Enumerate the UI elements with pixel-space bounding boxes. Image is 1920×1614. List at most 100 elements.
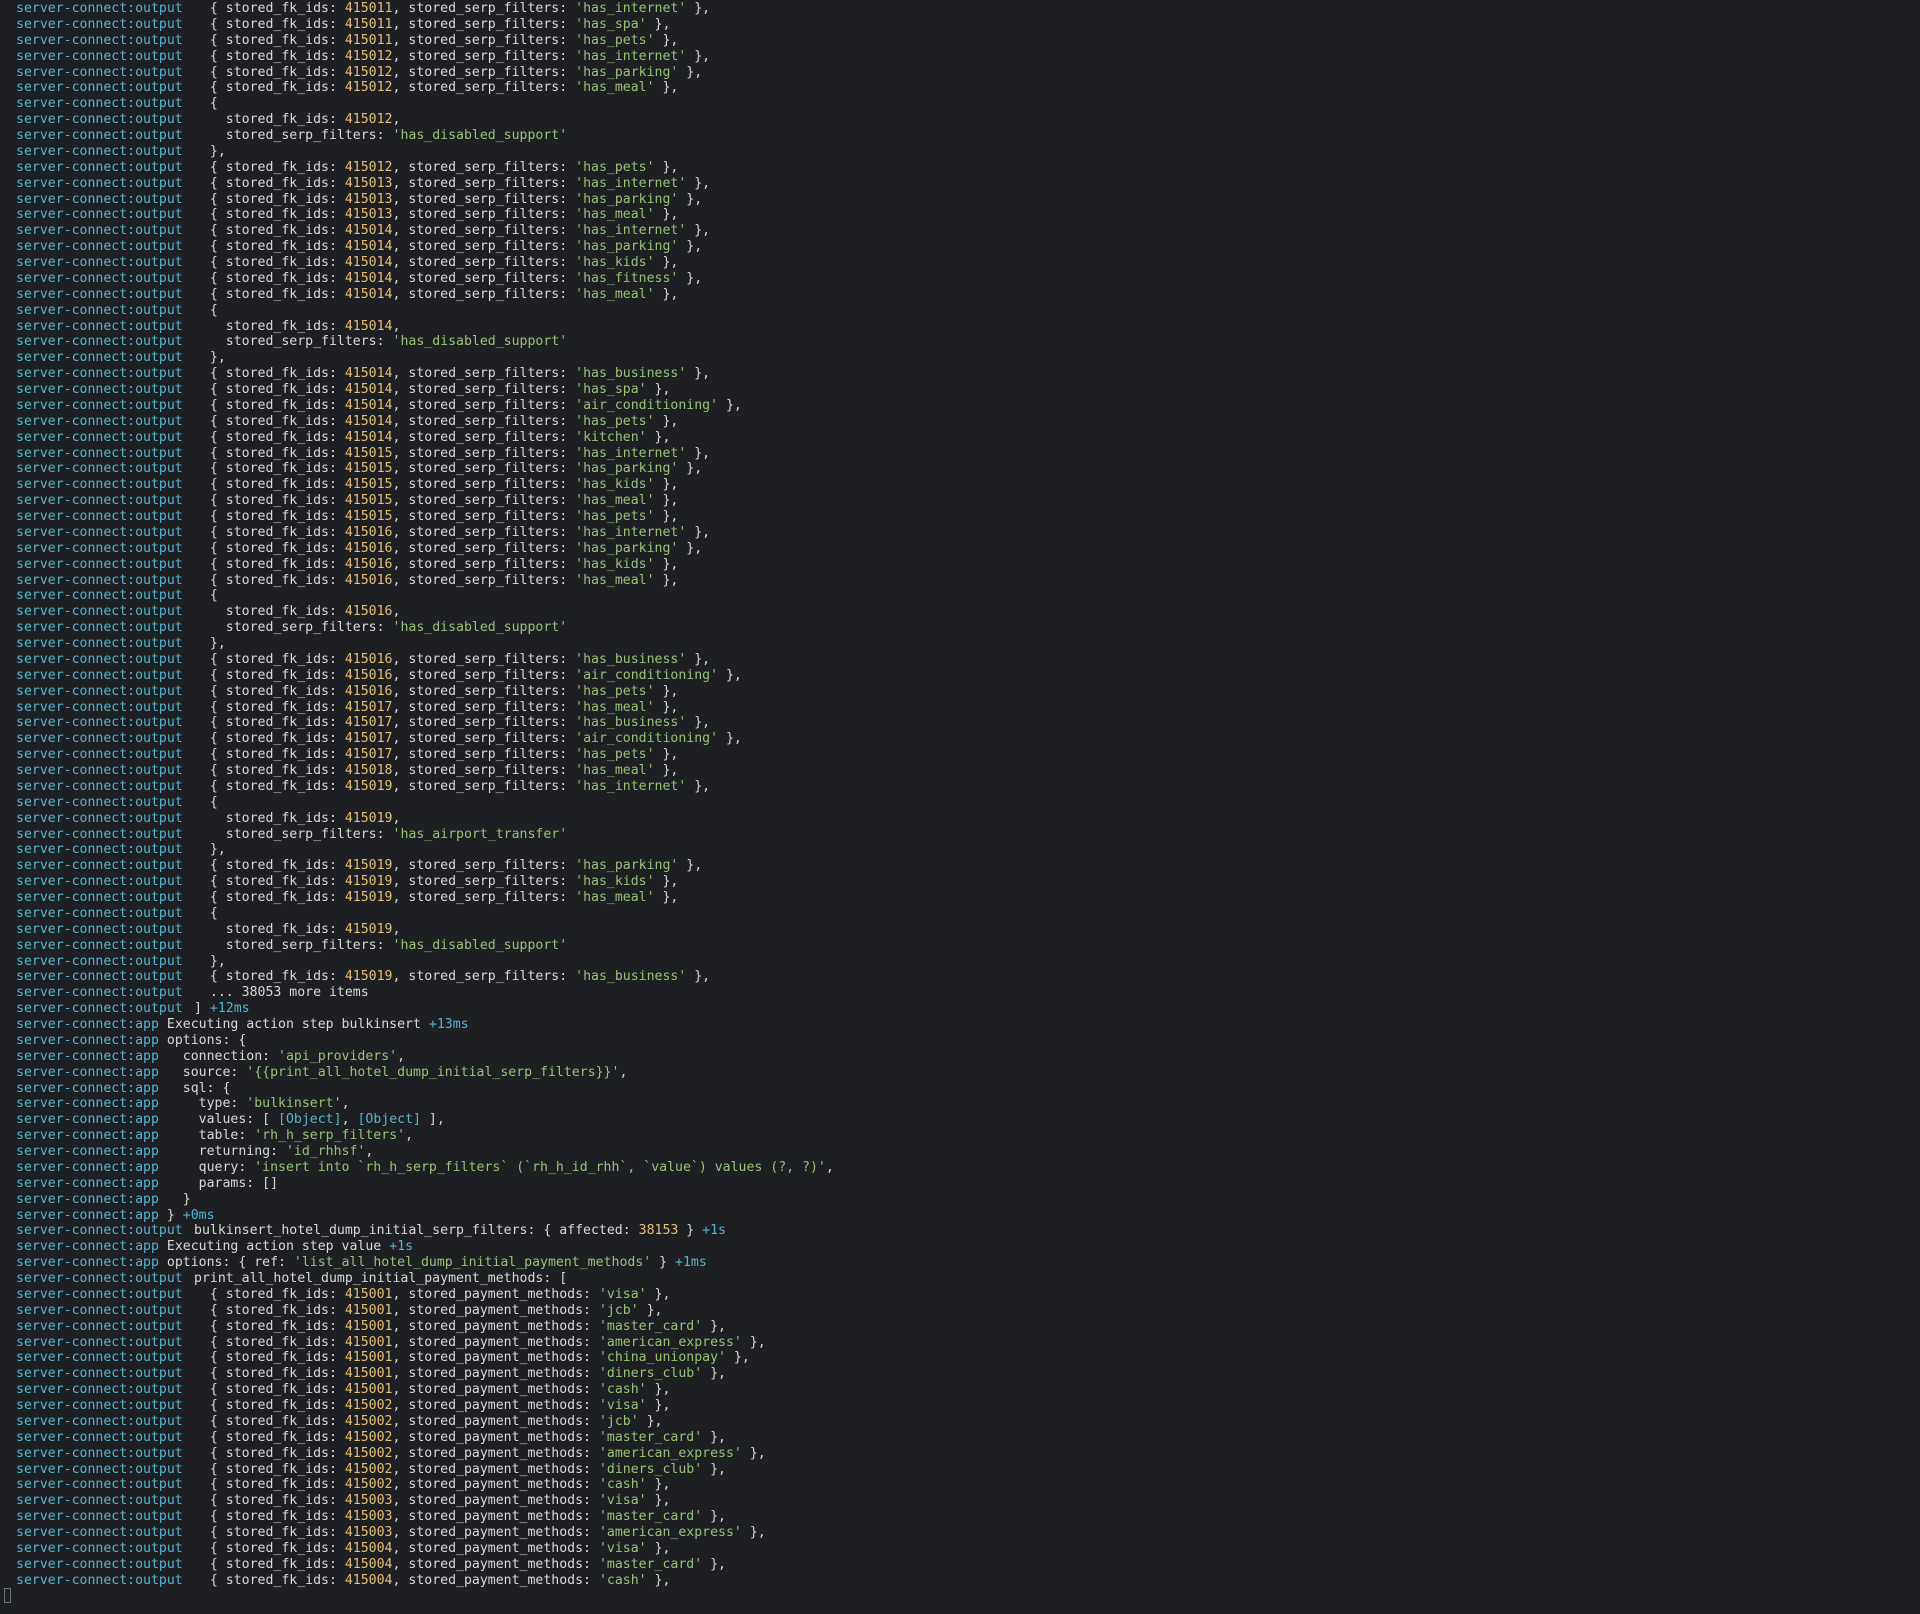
log-namespace: server-connect:output <box>16 1271 183 1286</box>
log-text: stored_serp_filters: <box>194 620 393 636</box>
log-string: 'american_express' <box>598 1334 742 1350</box>
log-namespace: server-connect:output <box>16 604 183 620</box>
log-text: }, <box>654 32 679 48</box>
log-string: 'has_pets' <box>575 32 655 48</box>
log-text: }, <box>194 842 226 858</box>
terminal-line: server-connect:output { stored_fk_ids: 4… <box>16 747 1920 763</box>
log-text: { <box>194 302 218 318</box>
log-string: 'has_parking' <box>575 239 679 255</box>
log-text: , stored_serp_filters: <box>392 191 576 207</box>
log-string: 'has_kids' <box>575 255 655 270</box>
log-text: { stored_fk_ids: <box>194 1334 345 1350</box>
log-string: 'master_card' <box>598 1556 703 1572</box>
log-namespace: server-connect:output <box>16 270 183 286</box>
log-namespace: server-connect:output <box>16 1350 183 1366</box>
log-string: 'has_meal' <box>575 699 655 715</box>
log-text: }, <box>638 1413 663 1429</box>
terminal-line: server-connect:output { stored_fk_ids: 4… <box>16 65 1920 81</box>
log-text: { stored_fk_ids: <box>194 1509 345 1525</box>
log-string: 'air_conditioning' <box>575 397 719 413</box>
terminal-line: server-connect:output { stored_fk_ids: 4… <box>16 1303 1920 1319</box>
log-number: 415001 <box>344 1318 393 1334</box>
log-text: }, <box>654 509 679 524</box>
log-text: { stored_fk_ids: <box>194 524 345 540</box>
log-string: 'china_unionpay' <box>598 1350 726 1366</box>
log-text: , stored_serp_filters: <box>392 683 576 699</box>
terminal-line: server-connect:output { stored_fk_ids: 4… <box>16 1319 1920 1335</box>
log-text: }, <box>654 286 679 302</box>
terminal-line: server-connect:output { stored_fk_ids: 4… <box>16 461 1920 477</box>
log-number: 415012 <box>344 112 393 128</box>
log-string: 'has_disabled_support' <box>392 937 568 953</box>
log-text: stored_serp_filters: <box>194 334 393 350</box>
log-namespace: server-connect:output <box>16 921 183 937</box>
log-text: { <box>194 905 218 921</box>
log-text: }, <box>702 1318 726 1334</box>
log-string: 'has_spa' <box>575 16 647 32</box>
terminal-output[interactable]: server-connect:output { stored_fk_ids: 4… <box>0 0 1920 1614</box>
log-number: 415012 <box>344 64 393 80</box>
log-namespace: server-connect:output <box>16 1001 183 1017</box>
log-number: 415019 <box>344 858 393 874</box>
log-namespace: server-connect:output <box>16 699 183 715</box>
log-number: 415017 <box>344 715 393 731</box>
terminal-line: server-connect:output stored_serp_filter… <box>16 128 1920 144</box>
log-string: 'has_meal' <box>575 207 655 223</box>
log-text: ... 38053 more items <box>194 985 369 1001</box>
terminal-line: server-connect:output bulkinsert_hotel_du… <box>16 1223 1920 1239</box>
log-text: , stored_payment_methods: <box>392 1493 599 1509</box>
terminal-line: server-connect:output { stored_fk_ids: 4… <box>16 874 1920 890</box>
log-namespace: server-connect:output <box>16 1318 183 1334</box>
log-text: { <box>194 96 218 112</box>
log-text: values: [ <box>166 1112 279 1128</box>
log-text: , stored_payment_methods: <box>392 1477 599 1493</box>
log-text: , stored_serp_filters: <box>392 858 576 874</box>
log-text: { stored_fk_ids: <box>194 1286 345 1302</box>
log-namespace: server-connect:output <box>16 445 183 461</box>
log-text: , stored_serp_filters: <box>392 715 576 731</box>
log-text: connection: <box>166 1048 279 1064</box>
log-namespace: server-connect:output <box>16 1223 183 1239</box>
log-namespace: server-connect:output <box>16 1429 183 1445</box>
log-namespace: server-connect:app <box>16 1064 159 1080</box>
terminal-line: server-connect:app Executing action step … <box>16 1017 1920 1033</box>
log-text: { stored_fk_ids: <box>194 413 345 429</box>
log-number: 415016 <box>344 667 393 683</box>
log-namespace: server-connect:output <box>16 1302 183 1318</box>
log-number: 415002 <box>344 1445 393 1461</box>
log-number: 415004 <box>344 1540 393 1556</box>
terminal-line: server-connect:output stored_fk_ids: 415… <box>16 112 1920 128</box>
log-number: 415001 <box>344 1350 393 1366</box>
log-text: { stored_fk_ids: <box>194 1350 345 1366</box>
log-string: 'has_disabled_support' <box>392 620 568 636</box>
log-number: 415011 <box>344 16 393 32</box>
log-text: , stored_payment_methods: <box>392 1556 599 1572</box>
log-namespace: server-connect:output <box>16 588 183 604</box>
terminal-line: server-connect:output { stored_fk_ids: 4… <box>16 80 1920 96</box>
log-text: , stored_serp_filters: <box>392 969 576 985</box>
log-text: , stored_serp_filters: <box>392 493 576 509</box>
log-namespace: server-connect:output <box>16 509 183 524</box>
terminal-line: server-connect:output { <box>16 96 1920 112</box>
log-text: , <box>392 921 401 937</box>
log-text: , stored_serp_filters: <box>392 32 576 48</box>
log-text: { stored_fk_ids: <box>194 699 345 715</box>
log-text: stored_serp_filters: <box>194 826 393 842</box>
log-text: }, <box>654 556 679 572</box>
log-number: 415001 <box>344 1334 393 1350</box>
log-text: }, <box>686 366 711 382</box>
log-string: 'rh_h_serp_filters' <box>254 1128 406 1144</box>
log-text: }, <box>686 48 711 64</box>
log-text: { stored_fk_ids: <box>194 48 345 64</box>
log-text: , stored_payment_methods: <box>392 1509 599 1525</box>
log-namespace: server-connect:app <box>16 1159 159 1175</box>
log-number: 415014 <box>344 413 393 429</box>
log-namespace: server-connect:output <box>16 413 183 429</box>
terminal-line: server-connect:output { stored_fk_ids: 4… <box>16 1462 1920 1478</box>
log-text: { stored_fk_ids: <box>194 556 345 572</box>
log-text: }, <box>702 1509 726 1525</box>
log-number: 415019 <box>344 874 393 890</box>
log-namespace: server-connect:output <box>16 1286 183 1302</box>
log-text: { stored_fk_ids: <box>194 286 345 302</box>
log-number: 415012 <box>344 48 393 64</box>
